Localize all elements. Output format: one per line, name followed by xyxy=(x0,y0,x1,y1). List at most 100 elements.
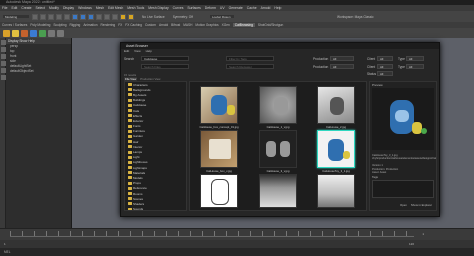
symmetry-label[interactable]: Symmetry: Off xyxy=(173,15,193,19)
folder-icon[interactable] xyxy=(3,29,10,37)
snap-curve-icon[interactable] xyxy=(104,13,110,20)
paint-tool-icon[interactable] xyxy=(0,54,6,59)
mode-selector[interactable]: Modeling xyxy=(2,14,30,19)
range-slider[interactable]: 1 120 xyxy=(0,240,474,248)
menu-item[interactable]: Modify xyxy=(49,6,59,10)
shelf-tab[interactable]: FX xyxy=(118,23,122,27)
shelf-tab[interactable]: XGen xyxy=(222,23,230,27)
menu-item[interactable]: Arnold xyxy=(261,6,271,10)
menu-item[interactable]: Mesh Tools xyxy=(127,6,144,10)
redo-icon[interactable] xyxy=(64,13,70,20)
shelf-tab[interactable]: Poly Modeling xyxy=(30,23,50,27)
scale-tool-icon[interactable] xyxy=(0,75,6,80)
ipr-render-icon[interactable] xyxy=(128,13,134,20)
menu-item[interactable]: Display xyxy=(63,6,74,10)
select-tool-icon[interactable] xyxy=(0,40,6,45)
open-scene-icon[interactable] xyxy=(40,13,46,20)
snap-grid-icon[interactable] xyxy=(96,13,102,20)
thumbnail-cell[interactable]: CatHouse_3_v.jpg xyxy=(257,130,299,173)
menu-item[interactable]: Edit xyxy=(11,6,17,10)
shelf-tab[interactable]: FX Caching xyxy=(125,23,142,27)
thumbnail-image[interactable] xyxy=(259,174,297,208)
shelf-tab[interactable]: CatBrowsing xyxy=(232,23,255,27)
select-object-icon[interactable] xyxy=(80,13,86,20)
tags-box[interactable] xyxy=(372,180,434,198)
client2-dropdown[interactable]: All xyxy=(377,64,393,69)
tool-icon[interactable] xyxy=(48,29,55,37)
cat-icon[interactable] xyxy=(21,29,28,37)
save-scene-icon[interactable] xyxy=(48,13,54,20)
dialog-menu-item[interactable]: Help xyxy=(146,49,152,54)
asset-icon[interactable] xyxy=(39,29,46,37)
workspace-label[interactable]: Workspace: Maya Classic xyxy=(337,15,374,19)
thumbnail-image[interactable] xyxy=(200,86,238,124)
status-dropdown[interactable]: All xyxy=(377,71,393,76)
command-language[interactable]: MEL xyxy=(4,250,11,254)
thumbnail-cell[interactable] xyxy=(257,174,299,208)
menu-item[interactable]: Deform xyxy=(205,6,216,10)
shelf-tab[interactable]: MASH xyxy=(183,23,192,27)
shelf-tab[interactable]: Sculpting xyxy=(53,23,66,27)
shelf-tab[interactable]: ShotGrid/Shotgun xyxy=(258,23,283,27)
move-tool-icon[interactable] xyxy=(0,61,6,66)
folder-item[interactable]: Sounds xyxy=(125,207,186,210)
menu-item[interactable]: Cache xyxy=(247,6,257,10)
browser-icon[interactable] xyxy=(30,29,37,37)
dialog-menu-item[interactable]: Edit xyxy=(124,49,129,54)
new-scene-icon[interactable] xyxy=(32,13,38,20)
search-files-input[interactable]: Search Files xyxy=(141,64,189,69)
menu-item[interactable]: Create xyxy=(21,6,31,10)
select-component-icon[interactable] xyxy=(88,13,94,20)
production2-dropdown[interactable]: All xyxy=(330,64,354,69)
thumbnail-image[interactable] xyxy=(259,86,297,124)
user-account[interactable]: Loebel Rosen xyxy=(209,14,235,19)
command-line[interactable]: MEL xyxy=(0,248,474,256)
thumbnail-cell-selected[interactable]: CatHouseToy_3_1.jpg xyxy=(315,130,357,173)
reviewer-input[interactable]: Search Reviewer xyxy=(226,64,274,69)
menu-item[interactable]: Edit Mesh xyxy=(108,6,123,10)
thumbnail-image[interactable] xyxy=(317,174,355,208)
menu-item[interactable]: Curves xyxy=(173,6,184,10)
script-icon[interactable] xyxy=(12,29,19,37)
thumbnail-cell[interactable] xyxy=(315,174,357,208)
range-start[interactable]: 1 xyxy=(4,242,6,246)
thumbnail-image[interactable] xyxy=(317,86,355,124)
lasso-tool-icon[interactable] xyxy=(0,47,6,52)
menu-item[interactable]: Mesh Display xyxy=(148,6,168,10)
menu-item[interactable]: Generate xyxy=(229,6,243,10)
production-dropdown[interactable]: All xyxy=(330,56,354,61)
thumbnail-cell[interactable]: CatHouse_box_concept_01.jpg xyxy=(198,86,240,129)
shelf-tab[interactable]: Curves / Surfaces xyxy=(2,23,27,27)
menu-item[interactable]: Mesh xyxy=(96,6,104,10)
shelf-tab[interactable]: Bifrost xyxy=(171,23,180,27)
outliner-item[interactable]: defaultObjectSet xyxy=(6,69,71,74)
show-in-explorer-button[interactable]: Show in Explorer xyxy=(411,203,432,207)
client-dropdown[interactable]: All xyxy=(377,56,393,61)
render-icon[interactable] xyxy=(120,13,126,20)
thumbnail-cell[interactable]: CatHouse_2.jpg xyxy=(315,86,357,129)
type2-dropdown[interactable]: All xyxy=(406,64,424,69)
snap-point-icon[interactable] xyxy=(112,13,118,20)
menu-item[interactable]: Help xyxy=(274,6,281,10)
current-frame[interactable]: 1 xyxy=(422,232,424,236)
thumbnail-image[interactable] xyxy=(200,130,238,168)
thumbnail-cell[interactable]: CatHouse_1_v.jpg xyxy=(257,86,299,129)
open-button[interactable]: Open xyxy=(400,203,407,207)
live-surface-label[interactable]: No Live Surface xyxy=(142,15,165,19)
thumbnail-cell[interactable]: CatHouse_box_v.jpg xyxy=(198,130,240,173)
shelf-tab[interactable]: Rigging xyxy=(70,23,81,27)
shelf-tab[interactable]: Arnold xyxy=(159,23,168,27)
menu-item[interactable]: Select xyxy=(36,6,45,10)
menu-item[interactable]: Windows xyxy=(78,6,92,10)
tool-icon[interactable] xyxy=(57,29,64,37)
shelf-tab[interactable]: Custom xyxy=(145,23,156,27)
shelf-tab[interactable]: Rendering xyxy=(101,23,116,27)
thumbnail-image[interactable] xyxy=(259,130,297,168)
range-end[interactable]: 120 xyxy=(409,242,414,246)
menu-item[interactable]: UV xyxy=(220,6,225,10)
shelf-tab[interactable]: Motion Graphics xyxy=(195,23,218,27)
menu-item[interactable]: File xyxy=(2,6,7,10)
dialog-menu-item[interactable]: View xyxy=(134,49,140,54)
select-hierarchy-icon[interactable] xyxy=(72,13,78,20)
thumbnail-image[interactable] xyxy=(200,174,238,208)
